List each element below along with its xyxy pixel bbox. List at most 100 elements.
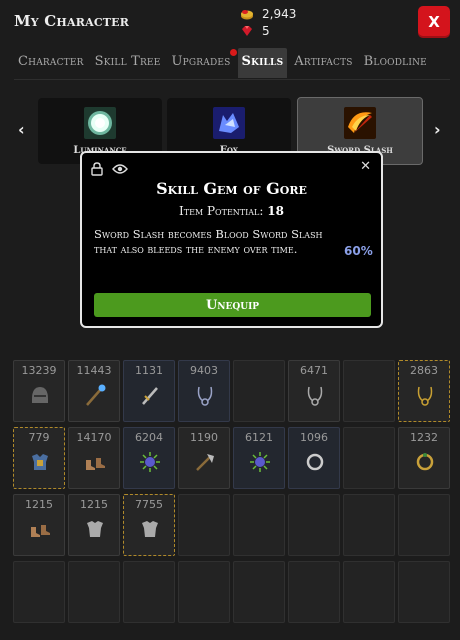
item-value: 1232 bbox=[410, 431, 438, 444]
gem-description: Sword Slash becomes Blood Sword Slash th… bbox=[94, 227, 323, 256]
item-value: 14170 bbox=[76, 431, 112, 444]
item-value: 6204 bbox=[135, 431, 163, 444]
gems-row: 5 bbox=[240, 22, 296, 39]
tab-upgrades-label: Upgrades bbox=[171, 54, 231, 69]
tunic-icon bbox=[87, 521, 103, 537]
inventory-slot-empty[interactable] bbox=[233, 360, 285, 422]
inventory-slot[interactable]: 6471 bbox=[288, 360, 340, 422]
tab-bloodline[interactable]: Bloodline bbox=[360, 48, 431, 78]
inventory-slot[interactable]: 1131 bbox=[123, 360, 175, 422]
tab-upgrades[interactable]: Upgrades bbox=[167, 48, 237, 78]
boots-icon bbox=[31, 525, 50, 537]
item-value: 13239 bbox=[21, 364, 57, 377]
sword-slash-icon bbox=[344, 107, 376, 139]
axe-icon bbox=[196, 454, 214, 471]
ring-icon bbox=[306, 453, 324, 471]
inventory-slot-empty[interactable] bbox=[398, 494, 450, 556]
inventory-slot[interactable]: 11443 bbox=[68, 360, 120, 422]
inventory-slot-empty[interactable] bbox=[233, 494, 285, 556]
boots-icon bbox=[86, 458, 105, 470]
inventory-slot[interactable]: 2863 bbox=[398, 360, 450, 422]
inventory-slot-empty[interactable] bbox=[343, 427, 395, 489]
amulet-icon bbox=[197, 386, 213, 406]
inventory-slot[interactable]: 6204 bbox=[123, 427, 175, 489]
inventory-slot-empty[interactable] bbox=[123, 561, 175, 623]
inventory-slot-empty[interactable] bbox=[233, 561, 285, 623]
inventory-slot[interactable]: 1096 bbox=[288, 427, 340, 489]
chevron-right-icon[interactable]: › bbox=[434, 120, 441, 139]
inventory-slot[interactable]: 13239 bbox=[13, 360, 65, 422]
currency-display: 2,943 5 bbox=[240, 5, 296, 39]
chevron-left-icon[interactable]: ‹ bbox=[18, 120, 25, 139]
inventory-slot[interactable]: 1232 bbox=[398, 427, 450, 489]
item-value: 2863 bbox=[410, 364, 438, 377]
item-value: 1215 bbox=[80, 498, 108, 511]
inventory-slot-empty[interactable] bbox=[13, 561, 65, 623]
staff-icon bbox=[86, 384, 106, 406]
inventory-slot[interactable]: 1215 bbox=[68, 494, 120, 556]
luminance-icon bbox=[84, 107, 116, 139]
gold-icon bbox=[241, 9, 253, 19]
item-value: 7755 bbox=[135, 498, 163, 511]
item-value: 779 bbox=[28, 431, 50, 444]
close-icon[interactable]: ✕ bbox=[360, 159, 371, 174]
tab-bar: Character Skill Tree Upgrades Skills Art… bbox=[14, 48, 434, 78]
dagger-icon bbox=[142, 387, 158, 405]
item-value: 1131 bbox=[135, 364, 163, 377]
item-value: 11443 bbox=[76, 364, 112, 377]
item-value: 1215 bbox=[25, 498, 53, 511]
item-value: 9403 bbox=[190, 364, 218, 377]
item-value: 6121 bbox=[245, 431, 273, 444]
amulet-icon bbox=[417, 386, 433, 406]
header: My Character 2,943 5 X bbox=[0, 0, 460, 46]
item-potential-label: Item Potential: bbox=[179, 204, 264, 218]
item-value: 6471 bbox=[300, 364, 328, 377]
page-title: My Character bbox=[14, 12, 130, 30]
inventory-slot-empty[interactable] bbox=[178, 494, 230, 556]
inventory-slot[interactable]: 14170 bbox=[68, 427, 120, 489]
inventory-slot[interactable]: 9403 bbox=[178, 360, 230, 422]
tab-character[interactable]: Character bbox=[14, 48, 88, 78]
tab-skills[interactable]: Skills bbox=[237, 48, 288, 78]
item-potential: Item Potential: 18 bbox=[82, 204, 381, 218]
inventory-slot[interactable]: 6121 bbox=[233, 427, 285, 489]
notification-dot bbox=[229, 49, 237, 56]
fox-icon bbox=[213, 107, 245, 139]
helmet-icon bbox=[32, 387, 48, 403]
item-value: 1190 bbox=[190, 431, 218, 444]
inventory-slot-empty[interactable] bbox=[68, 561, 120, 623]
gem-percent: 60% bbox=[344, 244, 373, 258]
inventory-slot-empty[interactable] bbox=[343, 561, 395, 623]
popup-title: Skill Gem of Gore bbox=[156, 179, 307, 198]
inventory-slot-empty[interactable] bbox=[288, 561, 340, 623]
inventory-slot[interactable]: 779 bbox=[13, 427, 65, 489]
inventory-slot-empty[interactable] bbox=[343, 494, 395, 556]
gold-row: 2,943 bbox=[240, 5, 296, 22]
amulet-icon bbox=[307, 386, 323, 406]
eye-icon[interactable] bbox=[112, 163, 128, 175]
gold-amount: 2,943 bbox=[262, 6, 297, 21]
tab-artifacts[interactable]: Artifacts bbox=[290, 48, 356, 78]
armor-icon bbox=[32, 454, 48, 470]
tunic-icon bbox=[142, 521, 158, 537]
inventory-slot-empty[interactable] bbox=[288, 494, 340, 556]
ruby-gem-icon bbox=[242, 25, 252, 36]
lock-icon[interactable] bbox=[91, 162, 103, 176]
orb-icon bbox=[250, 452, 270, 472]
inventory-slot-empty[interactable] bbox=[398, 561, 450, 623]
inventory-slot[interactable]: 1190 bbox=[178, 427, 230, 489]
inventory-slot-empty[interactable] bbox=[178, 561, 230, 623]
tab-skill-tree[interactable]: Skill Tree bbox=[91, 48, 165, 78]
gem-amount: 5 bbox=[262, 23, 270, 38]
ring-icon bbox=[416, 453, 434, 471]
skill-gem-popup: ✕ Skill Gem of Gore Item Potential: 18 S… bbox=[80, 151, 383, 328]
close-button[interactable]: X bbox=[418, 6, 450, 38]
orb-icon bbox=[140, 452, 160, 472]
inventory-slot[interactable]: 7755 bbox=[123, 494, 175, 556]
inventory-slot-empty[interactable] bbox=[343, 360, 395, 422]
item-value: 1096 bbox=[300, 431, 328, 444]
inventory-slot[interactable]: 1215 bbox=[13, 494, 65, 556]
item-potential-value: 18 bbox=[267, 204, 284, 218]
unequip-button[interactable]: Unequip bbox=[94, 293, 371, 317]
tab-divider bbox=[14, 79, 450, 80]
